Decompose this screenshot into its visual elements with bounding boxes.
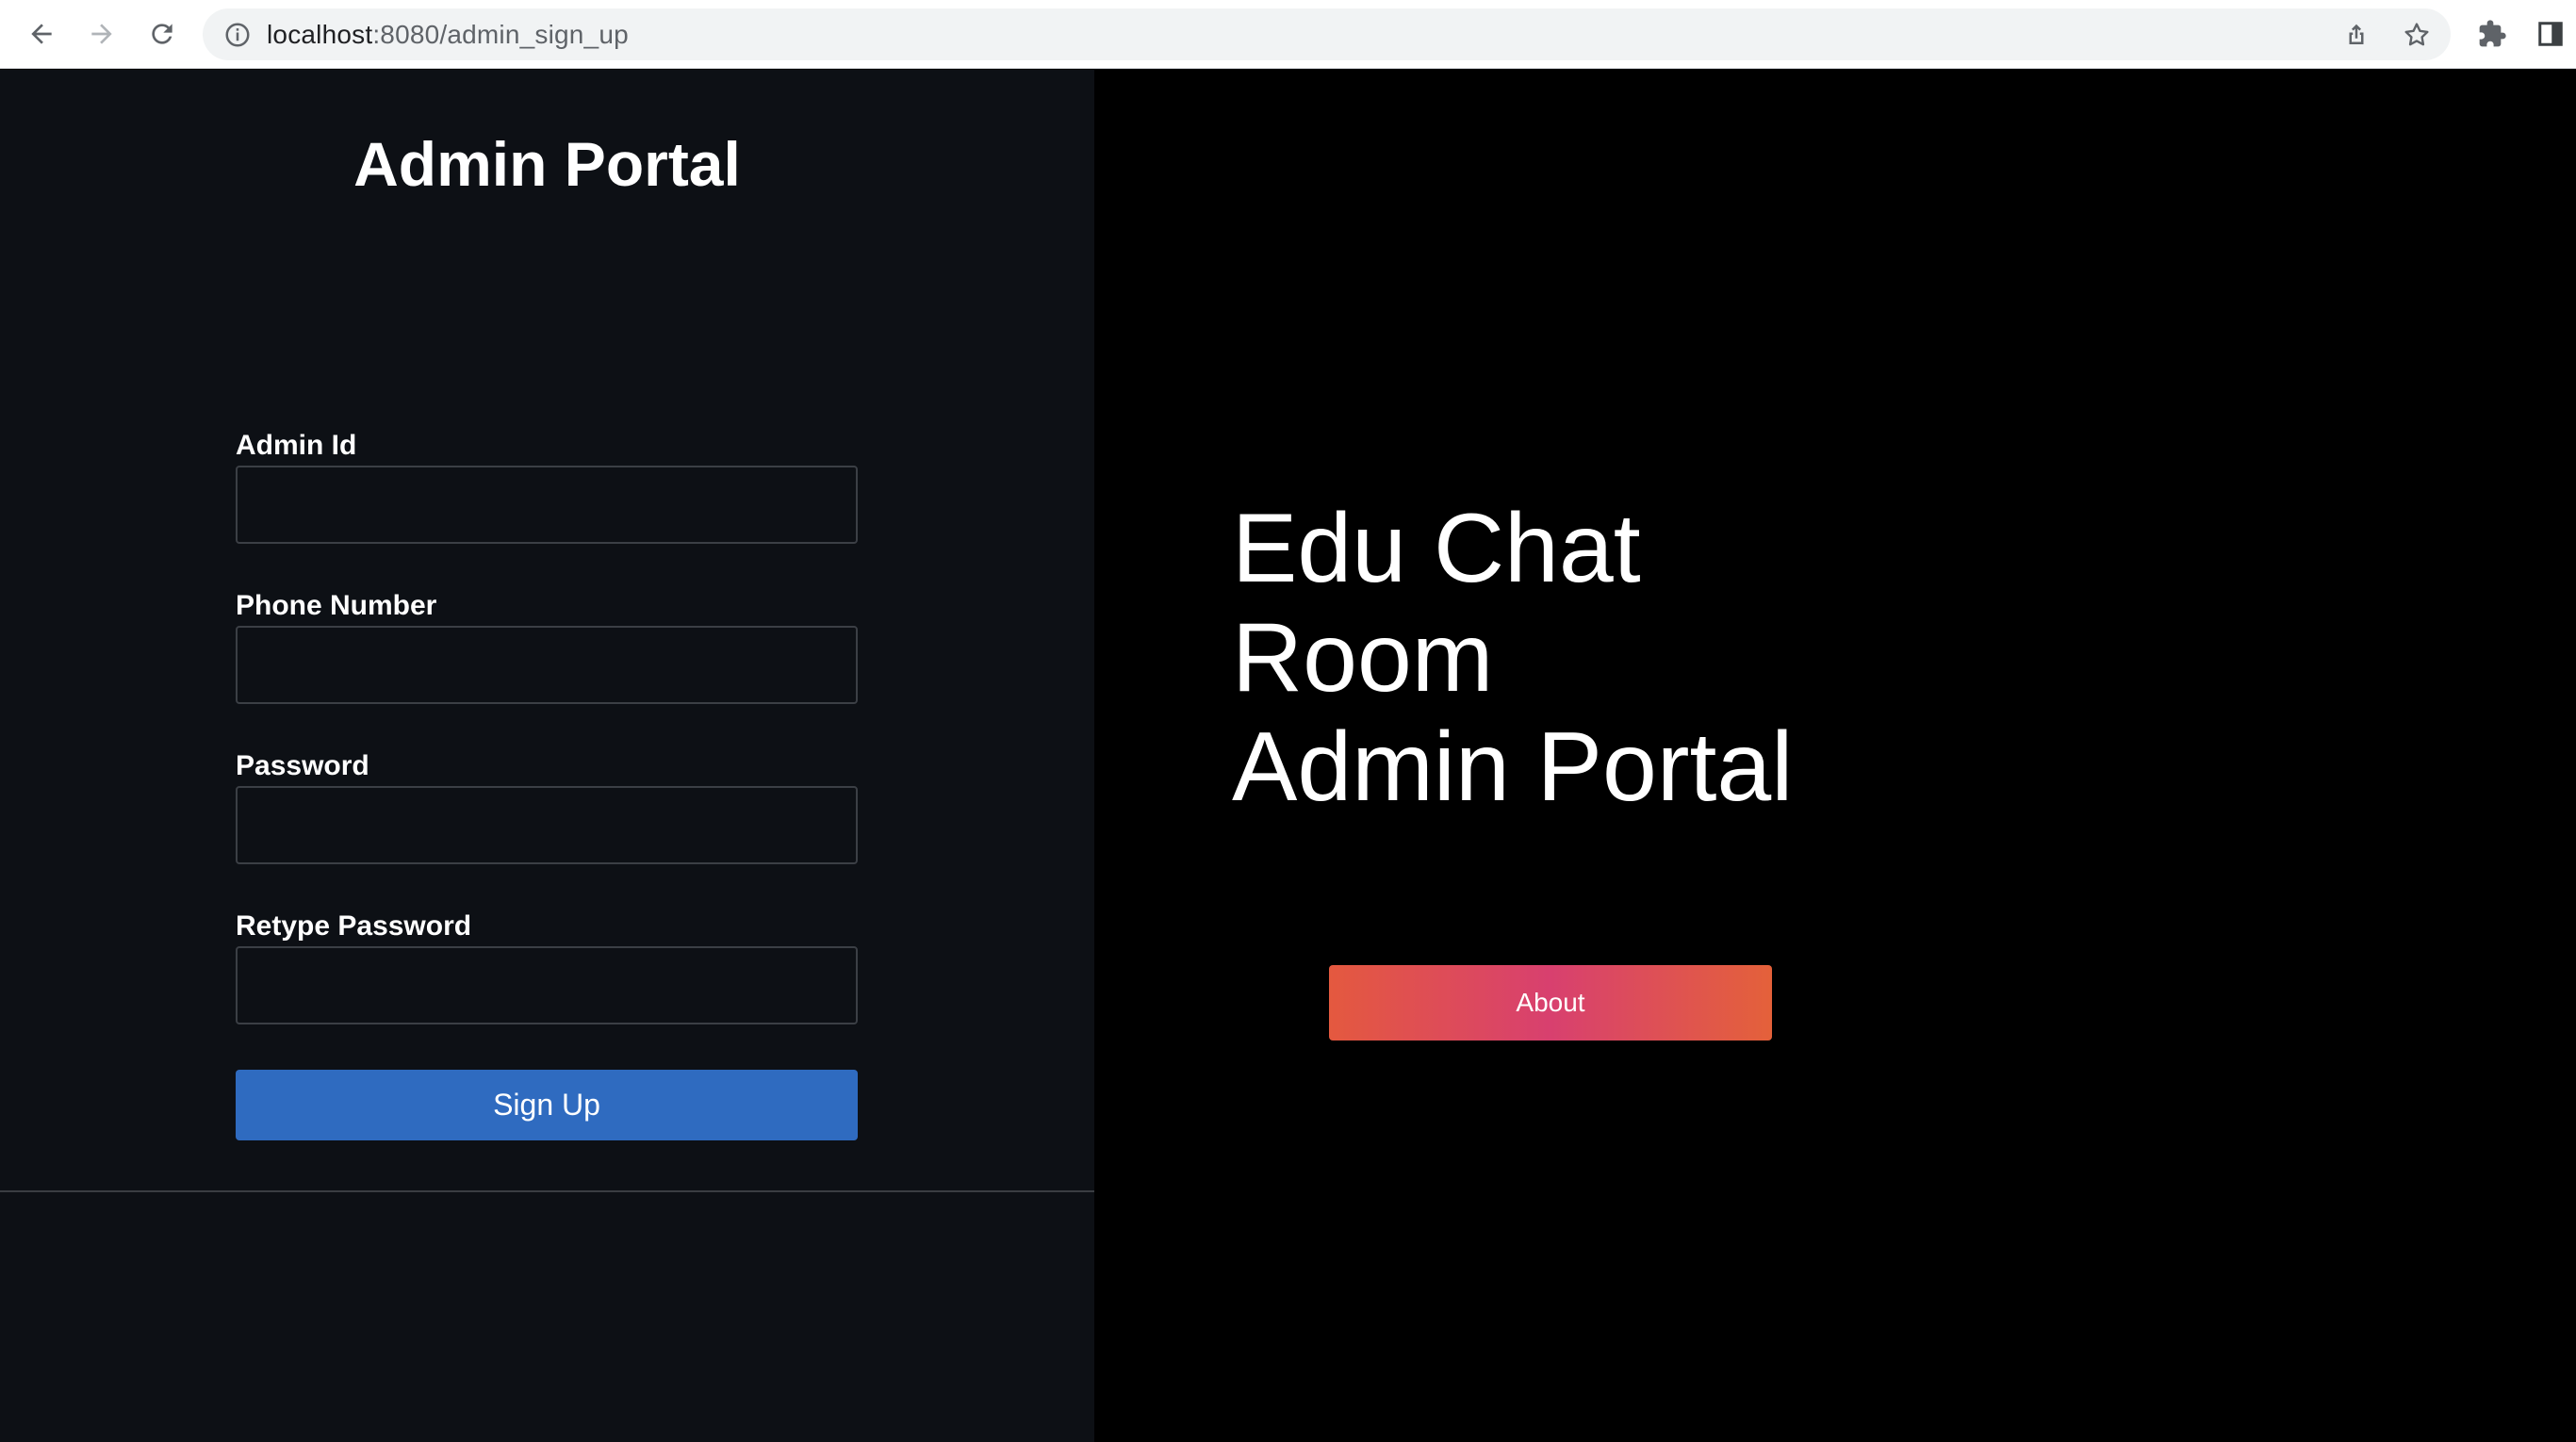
sign-up-button[interactable]: Sign Up xyxy=(236,1070,858,1140)
phone-number-group: Phone Number xyxy=(236,588,858,704)
signup-panel: Admin Portal Admin Id Phone Number Passw… xyxy=(0,70,1094,1442)
back-arrow-icon xyxy=(31,24,52,44)
password-label: Password xyxy=(236,750,369,781)
bookmark-button[interactable] xyxy=(2402,20,2432,50)
reload-icon xyxy=(152,24,172,44)
divider xyxy=(0,1190,1094,1192)
url-text[interactable]: localhost:8080/admin_sign_up xyxy=(267,8,629,60)
browser-toolbar: localhost:8080/admin_sign_up xyxy=(0,0,2576,69)
about-button[interactable]: About xyxy=(1329,965,1772,1041)
signup-form: Admin Id Phone Number Password Retype Pa… xyxy=(236,428,858,1069)
address-bar[interactable]: localhost:8080/admin_sign_up xyxy=(203,8,2451,60)
admin-id-group: Admin Id xyxy=(236,428,858,544)
extensions-puzzle-icon xyxy=(2479,20,2506,47)
share-button[interactable] xyxy=(2341,20,2371,50)
back-button[interactable] xyxy=(21,13,62,55)
password-group: Password xyxy=(236,748,858,864)
admin-id-label: Admin Id xyxy=(236,430,357,461)
retype-password-label: Retype Password xyxy=(236,910,472,942)
hero-line-1: Edu Chat xyxy=(1232,494,1641,603)
forward-arrow-icon xyxy=(91,24,112,44)
side-panel-icon xyxy=(2538,22,2563,46)
forward-button[interactable] xyxy=(81,13,123,55)
retype-password-group: Retype Password xyxy=(236,909,858,1024)
password-input[interactable] xyxy=(236,786,858,864)
url-path: :8080/admin_sign_up xyxy=(372,20,629,49)
reload-button[interactable] xyxy=(141,13,183,55)
hero-line-3: Admin Portal xyxy=(1232,713,1794,822)
star-icon xyxy=(2404,23,2429,46)
phone-number-input[interactable] xyxy=(236,626,858,704)
admin-id-input[interactable] xyxy=(236,466,858,544)
hero-panel: Edu Chat Room Admin Portal About xyxy=(1094,70,2576,1442)
hero-line-2: Room xyxy=(1232,603,1494,713)
info-icon[interactable] xyxy=(223,21,252,49)
side-panel-button[interactable] xyxy=(2534,17,2568,51)
page-title: Admin Portal xyxy=(353,129,741,199)
retype-password-input[interactable] xyxy=(236,946,858,1024)
share-icon xyxy=(2349,24,2364,44)
hero-heading: Edu Chat Room Admin Portal xyxy=(1232,494,1892,822)
url-host: localhost xyxy=(267,20,373,49)
phone-number-label: Phone Number xyxy=(236,590,437,621)
extensions-button[interactable] xyxy=(2475,17,2509,51)
